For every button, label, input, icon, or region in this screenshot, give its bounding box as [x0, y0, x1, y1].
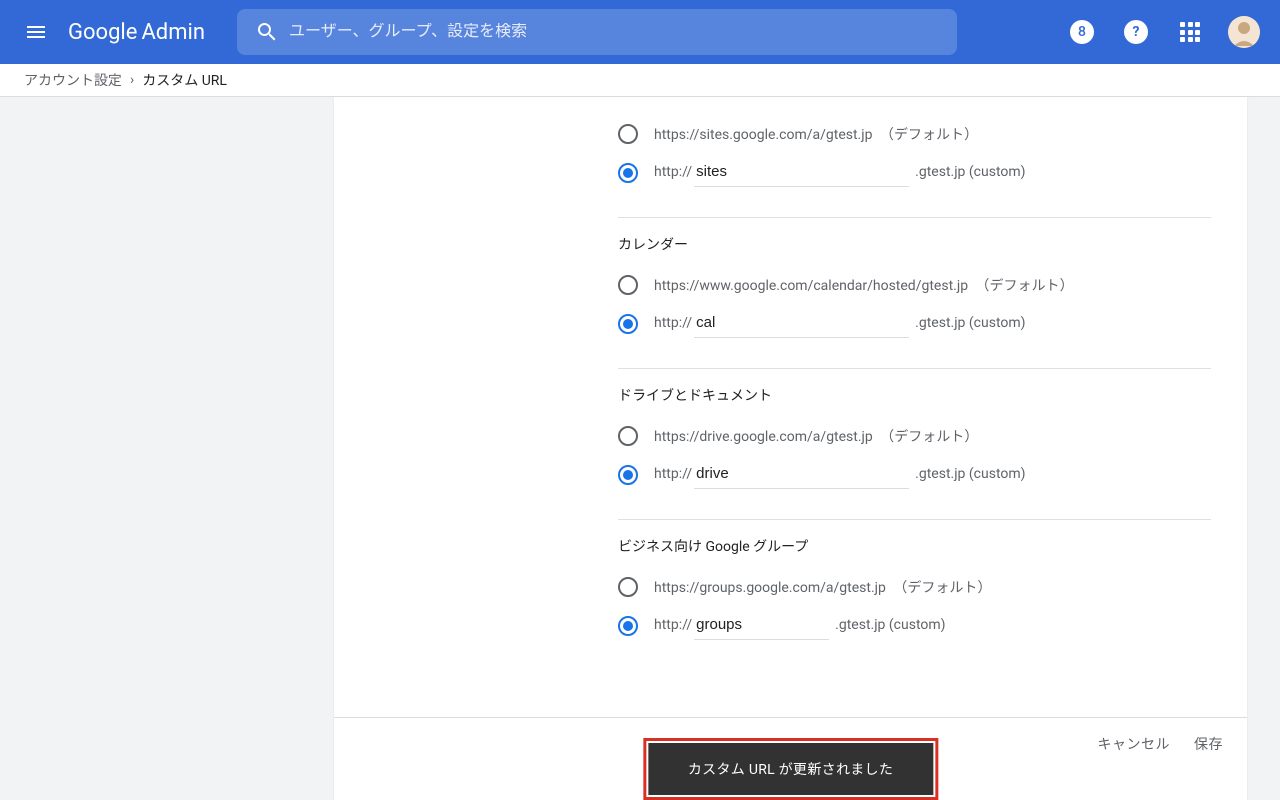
radio-unchecked-icon[interactable] [618, 577, 638, 597]
breadcrumb-current: カスタム URL [142, 70, 227, 90]
toast-message: カスタム URL が更新されました [648, 743, 933, 795]
default-url: https://sites.google.com/a/gtest.jp [654, 127, 872, 143]
url-suffix: .gtest.jp (custom) [915, 164, 1025, 180]
account-status-icon: 8 [1070, 20, 1094, 44]
default-url-label: https://sites.google.com/a/gtest.jp （デフォ… [654, 124, 978, 144]
radio-row-custom[interactable]: http:// .gtest.jp (custom) [618, 455, 1211, 495]
apps-button[interactable] [1166, 8, 1214, 56]
url-suffix: .gtest.jp (custom) [915, 466, 1025, 482]
radio-row-default[interactable]: https://sites.google.com/a/gtest.jp （デフォ… [618, 115, 1211, 153]
radio-row-default[interactable]: https://drive.google.com/a/gtest.jp （デフォ… [618, 417, 1211, 455]
default-url: https://drive.google.com/a/gtest.jp [654, 429, 873, 445]
search-box[interactable] [237, 9, 957, 55]
logo-google: Google [68, 20, 137, 45]
search-icon [255, 20, 279, 44]
chevron-right-icon: › [130, 72, 134, 88]
custom-url-label: http:// .gtest.jp (custom) [654, 310, 1026, 338]
page-body: https://sites.google.com/a/gtest.jp （デフォ… [0, 97, 1280, 800]
radio-row-default[interactable]: https://groups.google.com/a/gtest.jp （デフ… [618, 568, 1211, 606]
header-actions: 8 ? [1058, 8, 1268, 56]
menu-button[interactable] [12, 8, 60, 56]
custom-url-label: http:// .gtest.jp (custom) [654, 612, 946, 640]
section-sites: https://sites.google.com/a/gtest.jp （デフォ… [618, 97, 1211, 217]
help-icon: ? [1124, 20, 1148, 44]
apps-icon [1180, 22, 1200, 42]
url-prefix: http:// [654, 164, 692, 180]
logo-admin: Admin [141, 20, 205, 45]
radio-checked-icon[interactable] [618, 163, 638, 183]
radio-row-custom[interactable]: http:// .gtest.jp (custom) [618, 153, 1211, 193]
section-calendar: カレンダー https://www.google.com/calendar/ho… [618, 218, 1211, 368]
default-url-label: https://groups.google.com/a/gtest.jp （デフ… [654, 577, 991, 597]
default-suffix: （デフォルト） [893, 577, 991, 597]
url-prefix: http:// [654, 466, 692, 482]
url-prefix: http:// [654, 315, 692, 331]
url-prefix: http:// [654, 617, 692, 633]
radio-unchecked-icon[interactable] [618, 426, 638, 446]
default-url-label: https://www.google.com/calendar/hosted/g… [654, 275, 1074, 295]
section-drive: ドライブとドキュメント https://drive.google.com/a/g… [618, 369, 1211, 519]
save-button[interactable]: 保存 [1194, 726, 1223, 762]
custom-url-label: http:// .gtest.jp (custom) [654, 461, 1026, 489]
profile-button[interactable] [1220, 8, 1268, 56]
custom-url-input[interactable] [694, 159, 909, 187]
default-url: https://www.google.com/calendar/hosted/g… [654, 278, 968, 294]
cancel-button[interactable]: キャンセル [1098, 726, 1171, 762]
breadcrumb: アカウント設定 › カスタム URL [0, 64, 1280, 97]
default-suffix: （デフォルト） [880, 426, 978, 446]
breadcrumb-parent[interactable]: アカウント設定 [24, 70, 122, 90]
app-logo[interactable]: Google Admin [68, 20, 205, 45]
custom-url-input[interactable] [694, 310, 909, 338]
url-suffix: .gtest.jp (custom) [835, 617, 945, 633]
content-scroll[interactable]: https://sites.google.com/a/gtest.jp （デフォ… [334, 97, 1247, 717]
content-card: https://sites.google.com/a/gtest.jp （デフォ… [334, 97, 1247, 800]
custom-url-input[interactable] [694, 461, 909, 489]
help-button[interactable]: ? [1112, 8, 1160, 56]
radio-unchecked-icon[interactable] [618, 124, 638, 144]
avatar [1228, 16, 1260, 48]
app-header: Google Admin 8 ? [0, 0, 1280, 64]
radio-checked-icon[interactable] [618, 314, 638, 334]
search-input[interactable] [289, 23, 949, 41]
radio-checked-icon[interactable] [618, 465, 638, 485]
default-suffix: （デフォルト） [880, 124, 978, 144]
url-suffix: .gtest.jp (custom) [915, 315, 1025, 331]
radio-row-custom[interactable]: http:// .gtest.jp (custom) [618, 304, 1211, 344]
custom-url-label: http:// .gtest.jp (custom) [654, 159, 1026, 187]
section-groups: ビジネス向け Google グループ https://groups.google… [618, 520, 1211, 670]
default-suffix: （デフォルト） [976, 275, 1074, 295]
radio-unchecked-icon[interactable] [618, 275, 638, 295]
radio-row-custom[interactable]: http:// .gtest.jp (custom) [618, 606, 1211, 646]
default-url-label: https://drive.google.com/a/gtest.jp （デフォ… [654, 426, 978, 446]
custom-url-input[interactable] [694, 612, 829, 640]
radio-checked-icon[interactable] [618, 616, 638, 636]
section-title: ドライブとドキュメント [618, 369, 1211, 417]
menu-icon [24, 20, 48, 44]
section-title: ビジネス向け Google グループ [618, 520, 1211, 568]
section-title: カレンダー [618, 218, 1211, 266]
account-status-button[interactable]: 8 [1058, 8, 1106, 56]
radio-row-default[interactable]: https://www.google.com/calendar/hosted/g… [618, 266, 1211, 304]
toast-highlight: カスタム URL が更新されました [643, 738, 938, 800]
left-gutter [0, 97, 334, 800]
default-url: https://groups.google.com/a/gtest.jp [654, 580, 886, 596]
